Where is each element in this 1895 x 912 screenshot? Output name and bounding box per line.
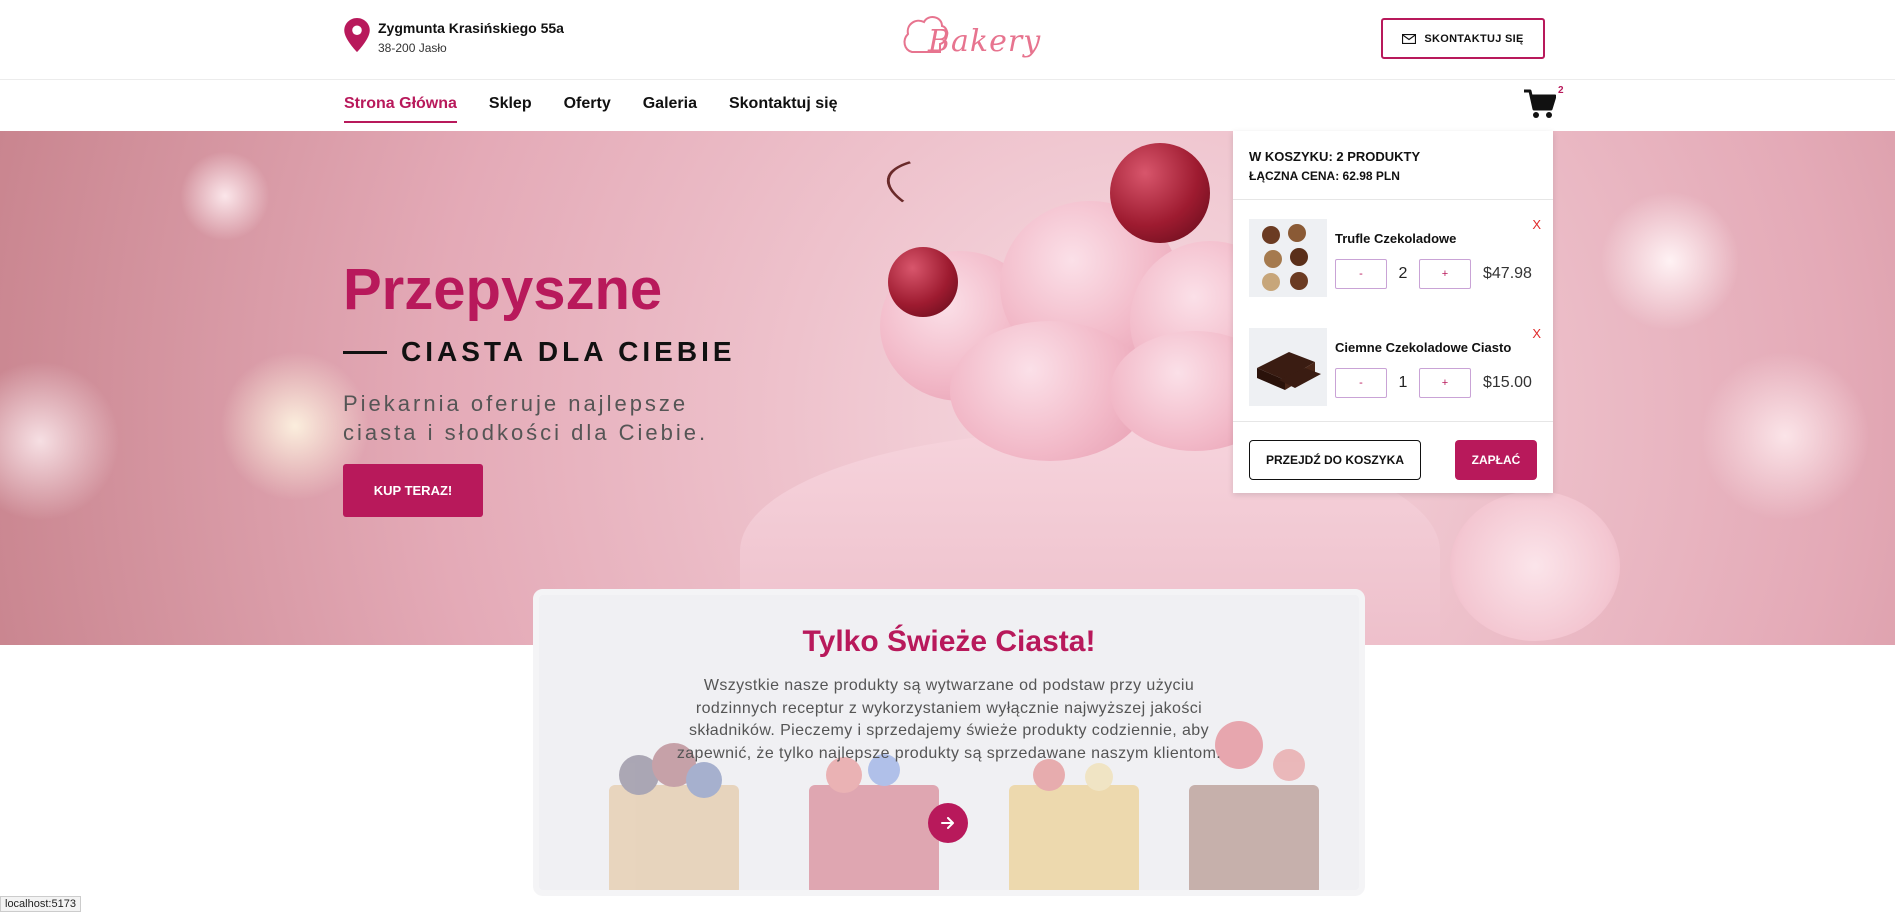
truffles-thumbnail bbox=[1249, 219, 1327, 297]
cherry bbox=[888, 247, 958, 317]
decrease-qty-button[interactable]: - bbox=[1335, 259, 1387, 289]
hero-subtitle-text: CIASTA DLA CIEBIE bbox=[401, 336, 736, 367]
remove-item-button[interactable]: X bbox=[1532, 217, 1541, 232]
cart-item-price: $47.98 bbox=[1483, 265, 1532, 282]
hero-description: Piekarnia oferuje najlepsze ciasta i sło… bbox=[343, 391, 709, 445]
buy-now-button[interactable]: KUP TERAZ! bbox=[343, 464, 483, 517]
cart-item-name: Ciemne Czekoladowe Ciasto bbox=[1335, 340, 1512, 355]
cart-total: ŁĄCZNA CENA: 62.98 PLN bbox=[1249, 169, 1400, 183]
map-pin-icon bbox=[344, 18, 370, 52]
cherry bbox=[1110, 143, 1210, 243]
cart-item-qty: 2 bbox=[1398, 265, 1408, 282]
pay-button[interactable]: ZAPŁAĆ bbox=[1455, 440, 1537, 480]
mail-icon bbox=[1402, 33, 1417, 44]
top-header: Zygmunta Krasińskiego 55a 38-200 Jasło B… bbox=[0, 0, 1895, 80]
go-to-cart-button[interactable]: PRZEJDŹ DO KOSZYKA bbox=[1249, 440, 1421, 480]
cart-dropdown: W KOSZYKU: 2 PRODUKTY ŁĄCZNA CENA: 62.98… bbox=[1233, 131, 1553, 493]
arrow-right-icon bbox=[941, 817, 954, 829]
cart-count-badge: 2 bbox=[1558, 85, 1564, 96]
decrease-qty-button[interactable]: - bbox=[1335, 368, 1387, 398]
chocolate-cake-thumbnail bbox=[1249, 328, 1327, 406]
cart-actions: PRZEJDŹ DO KOSZYKA ZAPŁAĆ bbox=[1233, 421, 1553, 493]
cart-icon[interactable] bbox=[1524, 89, 1556, 119]
increase-qty-button[interactable]: + bbox=[1419, 368, 1471, 398]
hero-section: Przepyszne CIASTA DLA CIEBIE Piekarnia o… bbox=[0, 131, 1895, 645]
feature-arrow-button[interactable] bbox=[928, 803, 968, 843]
nav-item-shop[interactable]: Sklep bbox=[489, 95, 532, 117]
hero-subtitle-dash bbox=[343, 350, 387, 354]
address-street: Zygmunta Krasińskiego 55a bbox=[378, 20, 564, 36]
nav-item-contact[interactable]: Skontaktuj się bbox=[729, 95, 837, 117]
address-block: Zygmunta Krasińskiego 55a 38-200 Jasło bbox=[344, 18, 564, 58]
status-bar-url: localhost:5173 bbox=[0, 896, 81, 912]
logo-text: Bakery bbox=[928, 24, 1042, 59]
contact-button[interactable]: SKONTAKTUJ SIĘ bbox=[1381, 18, 1545, 59]
nav-item-offers[interactable]: Oferty bbox=[564, 95, 611, 117]
nav-item-home[interactable]: Strona Główna bbox=[344, 95, 457, 123]
address-city: 38-200 Jasło bbox=[378, 41, 447, 55]
remove-item-button[interactable]: X bbox=[1532, 326, 1541, 341]
bokeh-light bbox=[0, 361, 120, 521]
nav-item-gallery[interactable]: Galeria bbox=[643, 95, 697, 117]
contact-button-label: SKONTAKTUJ SIĘ bbox=[1424, 32, 1524, 45]
sugar-flower bbox=[1450, 491, 1620, 641]
page: Zygmunta Krasińskiego 55a 38-200 Jasło B… bbox=[0, 0, 1895, 912]
logo[interactable]: Bakery bbox=[898, 10, 1040, 66]
cart-item-qty: 1 bbox=[1398, 374, 1408, 391]
increase-qty-button[interactable]: + bbox=[1419, 259, 1471, 289]
feature-title: Tylko Świeże Ciasta! bbox=[802, 625, 1096, 658]
cart-item: Ciemne Czekoladowe Ciasto X - 1 + $15.00 bbox=[1249, 326, 1541, 406]
bokeh-light bbox=[1600, 191, 1740, 331]
bokeh-light bbox=[1700, 351, 1870, 521]
cart-summary: W KOSZYKU: 2 PRODUKTY ŁĄCZNA CENA: 62.98… bbox=[1233, 131, 1553, 200]
cart-item-count: W KOSZYKU: 2 PRODUKTY bbox=[1249, 149, 1421, 164]
fresh-cakes-card: Tylko Świeże Ciasta! Wszystkie nasze pro… bbox=[539, 595, 1359, 890]
cart-item-name: Trufle Czekoladowe bbox=[1335, 231, 1457, 246]
bokeh-light bbox=[180, 151, 270, 241]
hero-subtitle: CIASTA DLA CIEBIE bbox=[343, 336, 736, 368]
hero-title: Przepyszne bbox=[343, 257, 663, 322]
cart-item-price: $15.00 bbox=[1483, 374, 1532, 391]
main-nav: Strona Główna Sklep Oferty Galeria Skont… bbox=[0, 81, 1895, 131]
feature-text: Wszystkie nasze produkty są wytwarzane o… bbox=[676, 677, 1222, 762]
cart-item: Trufle Czekoladowe X - 2 + $47.98 bbox=[1249, 217, 1541, 297]
